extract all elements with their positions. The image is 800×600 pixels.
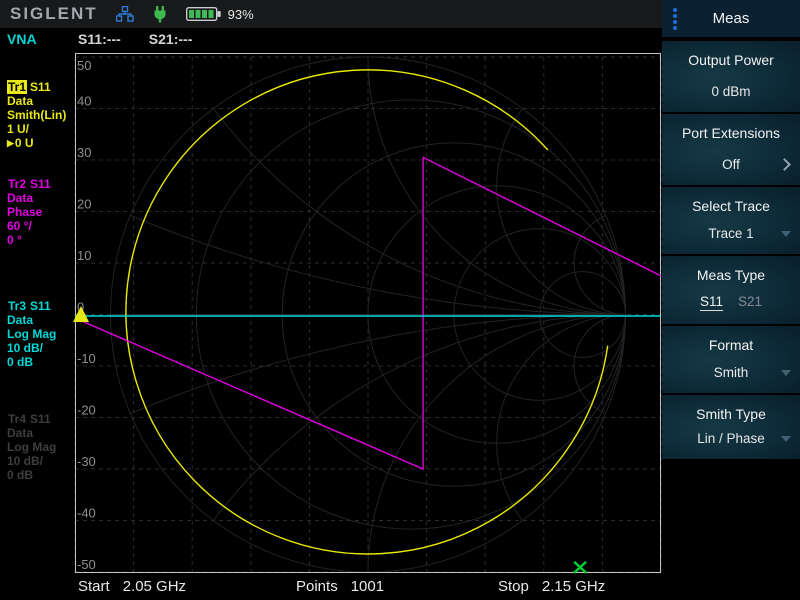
port-extensions-label: Port Extensions bbox=[662, 125, 800, 141]
trace4-reference: 0 dB bbox=[7, 468, 56, 482]
menu-title: Meas bbox=[713, 10, 750, 27]
format-value: Smith bbox=[662, 365, 800, 380]
trace-annotation-tr4[interactable]: Tr4S11 Data Log Mag 10 dB/ 0 dB bbox=[7, 412, 56, 482]
meas-type-option-s21[interactable]: S21 bbox=[738, 294, 762, 311]
trace2-reference: 0 ° bbox=[7, 233, 51, 247]
svg-text:-50: -50 bbox=[77, 557, 96, 572]
trace2-id-badge: Tr2 bbox=[7, 177, 27, 191]
svg-text:30: 30 bbox=[77, 145, 91, 160]
trace-annotation-tr3[interactable]: Tr3S11 Data Log Mag 10 dB/ 0 dB bbox=[7, 299, 56, 369]
trace4-scale: 10 dB/ bbox=[7, 454, 56, 468]
start-freq-label: Start bbox=[78, 578, 110, 595]
channel-status-line: S11:--- S21:--- bbox=[78, 31, 220, 47]
format-dropdown[interactable]: Format Smith bbox=[662, 326, 800, 393]
meas-type-option-s11[interactable]: S11 bbox=[700, 294, 723, 311]
svg-text:40: 40 bbox=[77, 94, 91, 109]
trace-annotation-tr1[interactable]: Tr1S11 Data Smith(Lin) 1 U/ ▶0 U bbox=[7, 80, 66, 150]
reference-position-arrow-icon: ▶ bbox=[7, 138, 14, 148]
trace2-param: S11 bbox=[30, 177, 51, 191]
meas-type-selector[interactable]: Meas Type S11 S21 bbox=[662, 256, 800, 324]
svg-text:-10: -10 bbox=[77, 351, 96, 366]
battery-percentage: 93% bbox=[228, 7, 254, 22]
trace1-reference: 0 U bbox=[15, 136, 34, 150]
dropdown-arrow-icon bbox=[781, 436, 791, 442]
svg-text:20: 20 bbox=[77, 197, 91, 212]
trace3-source: Data bbox=[7, 313, 56, 327]
svg-text:50: 50 bbox=[77, 58, 91, 73]
menu-dots-icon[interactable] bbox=[673, 8, 677, 30]
trace3-reference: 0 dB bbox=[7, 355, 56, 369]
svg-text:-30: -30 bbox=[77, 454, 96, 469]
start-freq-value: 2.05 GHz bbox=[123, 578, 186, 595]
svg-text:10: 10 bbox=[77, 248, 91, 263]
vna-mode-label: VNA bbox=[7, 31, 37, 47]
trace1-format: Smith(Lin) bbox=[7, 108, 66, 122]
dropdown-arrow-icon bbox=[781, 231, 791, 237]
select-trace-dropdown[interactable]: Select Trace Trace 1 bbox=[662, 187, 800, 254]
smith-type-label: Smith Type bbox=[662, 406, 800, 422]
svg-text:-20: -20 bbox=[77, 403, 96, 418]
trace1-id-badge: Tr1 bbox=[7, 80, 27, 94]
power-plug-icon bbox=[152, 6, 168, 23]
trace4-id-badge: Tr4 bbox=[7, 412, 27, 426]
stop-freq-label: Stop bbox=[498, 578, 529, 595]
trace2-format: Phase bbox=[7, 205, 51, 219]
format-label: Format bbox=[662, 337, 800, 353]
trace1-param: S11 bbox=[30, 80, 51, 94]
trace4-format: Log Mag bbox=[7, 440, 56, 454]
s11-status: S11:--- bbox=[78, 31, 121, 47]
output-power-value: 0 dBm bbox=[662, 84, 800, 99]
meas-soft-menu: Meas Output Power 0 dBm Port Extensions … bbox=[662, 0, 800, 600]
trace3-param: S11 bbox=[30, 299, 51, 313]
dropdown-arrow-icon bbox=[781, 370, 791, 376]
siglent-logo: SIGLENT bbox=[10, 4, 98, 24]
svg-text:-40: -40 bbox=[77, 506, 96, 521]
trace2-scale: 60 °/ bbox=[7, 219, 51, 233]
points-label: Points bbox=[296, 578, 338, 595]
s21-status: S21:--- bbox=[149, 31, 193, 47]
trace4-param: S11 bbox=[30, 412, 51, 426]
trace2-source: Data bbox=[7, 191, 51, 205]
lan-network-icon bbox=[116, 6, 134, 22]
battery-icon bbox=[186, 6, 222, 22]
svg-text:0: 0 bbox=[77, 300, 84, 315]
menu-title-bar: Meas bbox=[662, 0, 800, 37]
smith-type-dropdown[interactable]: Smith Type Lin / Phase bbox=[662, 395, 800, 459]
select-trace-label: Select Trace bbox=[662, 198, 800, 214]
trace1-source: Data bbox=[7, 94, 66, 108]
output-power-label: Output Power bbox=[662, 52, 800, 68]
trace3-scale: 10 dB/ bbox=[7, 341, 56, 355]
trace4-source: Data bbox=[7, 426, 56, 440]
smith-type-value: Lin / Phase bbox=[662, 431, 800, 446]
trace3-id-badge: Tr3 bbox=[7, 299, 27, 313]
trace-annotation-tr2[interactable]: Tr2S11 Data Phase 60 °/ 0 ° bbox=[7, 177, 51, 247]
select-trace-value: Trace 1 bbox=[662, 226, 800, 241]
port-extensions-button[interactable]: Port Extensions Off bbox=[662, 114, 800, 185]
meas-type-label: Meas Type bbox=[662, 267, 800, 283]
trace1-scale: 1 U/ bbox=[7, 122, 66, 136]
stop-freq-value: 2.15 GHz bbox=[542, 578, 605, 595]
output-power-button[interactable]: Output Power 0 dBm bbox=[662, 41, 800, 112]
points-value: 1001 bbox=[351, 578, 384, 595]
trace3-format: Log Mag bbox=[7, 327, 56, 341]
